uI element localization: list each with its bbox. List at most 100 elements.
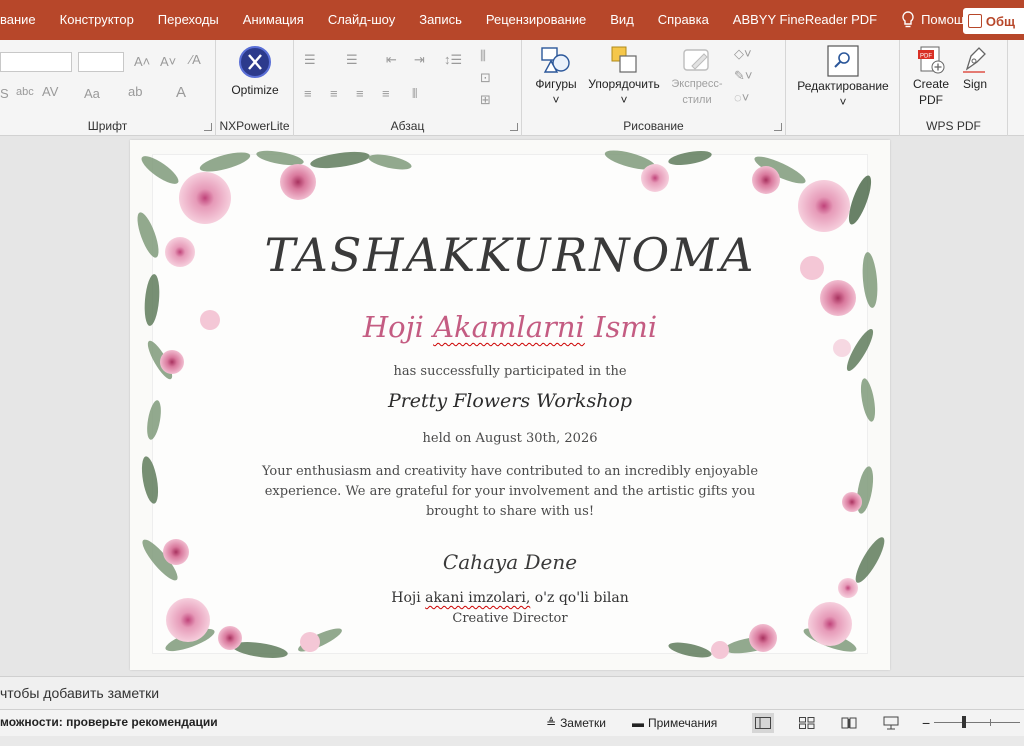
zoom-slider[interactable] — [934, 722, 1020, 723]
clear-format-icon[interactable]: ⁄A — [190, 52, 201, 67]
columns-icon[interactable]: ⫴ — [412, 86, 417, 102]
search-icon — [827, 45, 859, 77]
paragraph-group: ☰ ☰ ⇤ ⇥ ↕☰ ⫼ ⊡ ⊞ ≡ ≡ ≡ ≡ ⫴ Абзац — [294, 40, 522, 136]
signer-line: Hoji akani imzolari, o'z qo'li bilan — [130, 590, 890, 606]
comment-icon: ▬ — [632, 716, 644, 730]
ribbon: A˄ A˅ ⁄A S abc AV Aa ab A Шрифт Optimize… — [0, 40, 1024, 136]
slide-sorter-icon[interactable] — [796, 713, 818, 733]
optimize-button[interactable]: Optimize — [216, 46, 294, 98]
drawing-group: Фигуры ˅ Упорядочить ˅ Экспресс-стили ◇˅… — [522, 40, 786, 136]
editing-button[interactable]: Редактирование ˅ — [788, 44, 898, 110]
font-color-icon[interactable]: A — [176, 84, 186, 101]
numbering-icon[interactable]: ☰ — [346, 52, 358, 68]
shapes-label: Фигуры — [535, 77, 577, 91]
recipient-name: Hoji Akamlarni Ismi — [130, 310, 890, 344]
nxpowerlite-group: Optimize NXPowerLite — [216, 40, 294, 136]
notes-pane[interactable]: чтобы добавить заметки — [0, 676, 1024, 710]
create-pdf-icon: PDF — [918, 46, 945, 74]
chevron-down-icon: ˅ — [620, 93, 628, 107]
wps-pdf-group: PDF Create PDF Sign WPS PDF — [900, 40, 1008, 136]
decrease-indent-icon[interactable]: ⇤ — [386, 52, 397, 68]
strikethrough-icon[interactable]: abc — [16, 86, 34, 98]
tell-me-label: Помощ — [921, 12, 965, 27]
paragraph-label: Абзац — [390, 119, 425, 133]
align-text-icon[interactable]: ⊡ — [480, 70, 491, 86]
sign-button[interactable]: Sign — [956, 44, 994, 92]
shapes-button[interactable]: Фигуры ˅ — [528, 44, 584, 108]
notes-icon: ≜ — [546, 716, 557, 730]
increase-indent-icon[interactable]: ⇥ — [414, 52, 425, 68]
arrange-label: Упорядочить — [588, 77, 660, 91]
char-spacing-icon[interactable]: AV — [42, 84, 58, 99]
notes-toggle-label: Заметки — [560, 716, 606, 730]
tab-slideshow[interactable]: Слайд-шоу — [316, 0, 407, 40]
font-name-box[interactable] — [0, 52, 72, 72]
text-direction-icon[interactable]: ⫼ — [480, 48, 486, 64]
workshop-name: Pretty Flowers Workshop — [387, 390, 633, 412]
recipient-name-word: Ismi — [594, 310, 658, 344]
align-left-icon[interactable]: ≡ — [304, 86, 312, 101]
shape-fill-icon[interactable]: ◇˅ — [734, 46, 752, 62]
comments-toggle-button[interactable]: ▬ Примечания — [628, 713, 721, 733]
zoom-out-icon[interactable]: − — [918, 713, 934, 733]
tab-review[interactable]: Рецензирование — [474, 0, 598, 40]
editing-label: Редактирование — [797, 79, 889, 93]
signer-word: akani imzolari, — [425, 590, 531, 606]
tab-transitions[interactable]: Переходы — [146, 0, 231, 40]
grow-font-icon[interactable]: A˄ — [134, 54, 150, 69]
tab-design[interactable]: Конструктор — [48, 0, 146, 40]
signer-word: o'z qo'li bilan — [534, 590, 629, 606]
font-size-box[interactable] — [78, 52, 124, 72]
status-bar: можности: проверьте рекомендации ≜ Замет… — [0, 710, 1024, 736]
align-center-icon[interactable]: ≡ — [330, 86, 338, 101]
highlight-icon[interactable]: ab — [128, 84, 142, 99]
create-pdf-label: Create PDF — [912, 77, 950, 107]
paragraph-dialog-launcher[interactable] — [510, 123, 518, 131]
slide-canvas[interactable]: TASHAKKURNOMA Hoji Akamlarni Ismi has su… — [130, 140, 890, 670]
quick-styles-label: Экспресс-стили — [671, 78, 723, 106]
event-date: held on August 30th, 2026 — [422, 431, 598, 446]
tab-record[interactable]: Запись — [407, 0, 474, 40]
shape-effects-icon[interactable]: ◌˅ — [734, 90, 749, 105]
tab-insert[interactable]: вание — [0, 0, 48, 40]
drawing-dialog-launcher[interactable] — [774, 123, 782, 131]
notes-toggle-button[interactable]: ≜ Заметки — [542, 713, 610, 733]
accessibility-status[interactable]: можности: проверьте рекомендации — [0, 715, 218, 729]
shape-outline-icon[interactable]: ✎˅ — [734, 68, 752, 84]
svg-text:PDF: PDF — [920, 54, 932, 60]
tab-help[interactable]: Справка — [646, 0, 721, 40]
share-icon — [967, 14, 982, 28]
arrange-button[interactable]: Упорядочить ˅ — [584, 44, 664, 108]
line-spacing-icon[interactable]: ↕☰ — [444, 52, 462, 68]
appreciation-body: Your enthusiasm and creativity have cont… — [261, 464, 759, 519]
notes-placeholder: чтобы добавить заметки — [0, 685, 160, 701]
zoom-center-tick — [990, 719, 991, 726]
slide-workspace: TASHAKKURNOMA Hoji Akamlarni Ismi has su… — [0, 136, 1024, 676]
share-button[interactable]: Общ — [962, 8, 1024, 34]
normal-view-icon[interactable] — [752, 713, 774, 733]
zoom-slider-thumb[interactable] — [962, 716, 966, 728]
pen-sign-icon — [963, 47, 986, 73]
slideshow-view-icon[interactable] — [880, 713, 902, 733]
reading-view-icon[interactable] — [838, 713, 860, 733]
change-case-icon[interactable]: Aa — [84, 86, 100, 101]
create-pdf-button[interactable]: PDF Create PDF — [906, 44, 956, 108]
recipient-name-word: Hoji — [362, 310, 424, 344]
underline-icon[interactable]: S — [0, 86, 9, 101]
align-right-icon[interactable]: ≡ — [356, 86, 364, 101]
justify-icon[interactable]: ≡ — [382, 86, 390, 101]
font-dialog-launcher[interactable] — [204, 123, 212, 131]
handwritten-signature: Cahaya Dene — [442, 550, 578, 574]
sign-label: Sign — [962, 77, 988, 91]
tab-abbyy[interactable]: ABBYY FineReader PDF — [721, 0, 889, 40]
drawing-label: Рисование — [623, 119, 684, 133]
chevron-down-icon: ˅ — [552, 93, 560, 107]
shrink-font-icon[interactable]: A˅ — [160, 54, 176, 69]
tab-animations[interactable]: Анимация — [231, 0, 316, 40]
bullets-icon[interactable]: ☰ — [304, 52, 316, 68]
quick-styles-button[interactable]: Экспресс-стили — [664, 44, 730, 108]
tab-view[interactable]: Вид — [598, 0, 646, 40]
smartart-icon[interactable]: ⊞ — [480, 92, 491, 108]
certificate-title: TASHAKKURNOMA — [264, 228, 756, 282]
nxpowerlite-x-icon — [239, 46, 271, 78]
